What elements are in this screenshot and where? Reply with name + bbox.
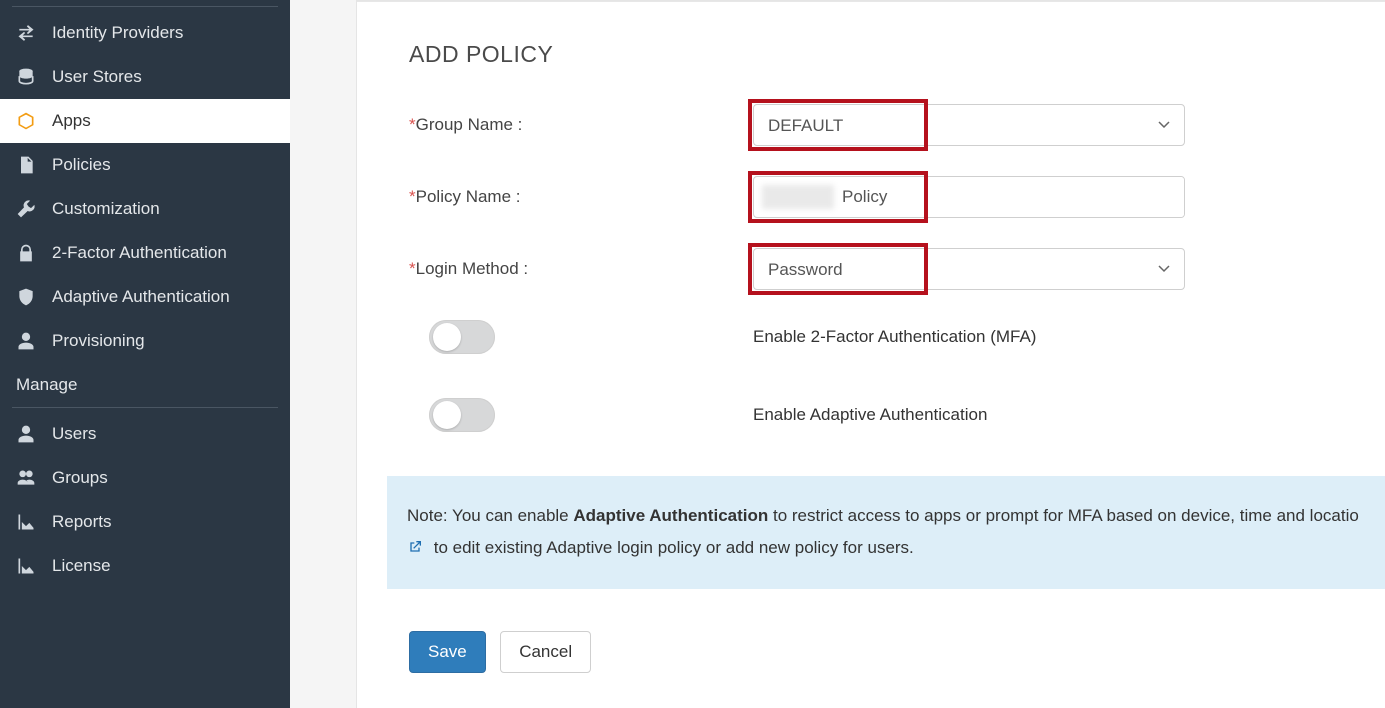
sidebar-item-2fa[interactable]: 2-Factor Authentication (0, 231, 290, 275)
divider (12, 6, 278, 7)
sidebar-item-reports[interactable]: Reports (0, 500, 290, 544)
group-name-select[interactable]: DEFAULT (753, 104, 1185, 146)
sidebar-item-provisioning[interactable]: Provisioning (0, 319, 290, 363)
sidebar-item-label: 2-Factor Authentication (52, 243, 227, 263)
user-icon (16, 331, 42, 351)
document-icon (16, 155, 42, 175)
sidebar-item-label: Reports (52, 512, 112, 532)
sidebar-item-adaptive-auth[interactable]: Adaptive Authentication (0, 275, 290, 319)
login-method-label: *Login Method : (409, 259, 753, 279)
form-row-login-method: *Login Method : Password (409, 248, 1363, 290)
database-icon (16, 67, 42, 87)
sidebar-item-label: Users (52, 424, 96, 444)
shield-icon (16, 287, 42, 307)
sidebar-item-label: Identity Providers (52, 23, 183, 43)
sidebar-item-customization[interactable]: Customization (0, 187, 290, 231)
save-button[interactable]: Save (409, 631, 486, 673)
cube-icon (16, 111, 42, 131)
page-title: ADD POLICY (409, 41, 1363, 68)
external-link-icon[interactable] (407, 538, 428, 557)
sidebar-item-label: User Stores (52, 67, 142, 87)
toggle-knob (433, 323, 461, 351)
sidebar-item-label: Groups (52, 468, 108, 488)
button-row: Save Cancel (409, 631, 1363, 673)
note-line-1: Note: You can enable Adaptive Authentica… (407, 500, 1385, 532)
mfa-toggle[interactable] (429, 320, 495, 354)
user-icon (16, 424, 42, 444)
sidebar-item-apps[interactable]: Apps (0, 99, 290, 143)
adaptive-toggle-label: Enable Adaptive Authentication (753, 405, 987, 425)
cancel-button[interactable]: Cancel (500, 631, 591, 673)
sidebar-item-policies[interactable]: Policies (0, 143, 290, 187)
sidebar-item-user-stores[interactable]: User Stores (0, 55, 290, 99)
sidebar-item-groups[interactable]: Groups (0, 456, 290, 500)
sidebar-item-label: License (52, 556, 111, 576)
lock-icon (16, 243, 42, 263)
form-row-group-name: *Group Name : DEFAULT (409, 104, 1363, 146)
sidebar-item-label: Apps (52, 111, 91, 131)
divider (12, 407, 278, 408)
form-row-mfa-toggle: Enable 2-Factor Authentication (MFA) (409, 320, 1363, 354)
note-box: Note: You can enable Adaptive Authentica… (387, 476, 1385, 589)
sidebar: Identity Providers User Stores Apps Poli… (0, 0, 290, 708)
wrench-icon (16, 199, 42, 219)
form-row-adaptive-toggle: Enable Adaptive Authentication (409, 398, 1363, 432)
main-panel: ADD POLICY *Group Name : DEFAULT *Policy… (356, 0, 1385, 708)
swap-icon (16, 23, 42, 43)
area-chart-icon (16, 512, 42, 532)
note-line-2: to edit existing Adaptive login policy o… (407, 532, 1385, 564)
sidebar-item-label: Policies (52, 155, 111, 175)
sidebar-item-label: Provisioning (52, 331, 145, 351)
toggle-knob (433, 401, 461, 429)
login-method-select[interactable]: Password (753, 248, 1185, 290)
sidebar-item-label: Adaptive Authentication (52, 287, 230, 307)
adaptive-toggle[interactable] (429, 398, 495, 432)
sidebar-section-manage: Manage (0, 363, 290, 405)
sidebar-item-label: Customization (52, 199, 160, 219)
group-name-label: *Group Name : (409, 115, 753, 135)
policy-name-input[interactable] (842, 177, 1184, 217)
sidebar-item-users[interactable]: Users (0, 412, 290, 456)
sidebar-item-identity-providers[interactable]: Identity Providers (0, 11, 290, 55)
form-row-policy-name: *Policy Name : (409, 176, 1363, 218)
mfa-toggle-label: Enable 2-Factor Authentication (MFA) (753, 327, 1036, 347)
redacted-text (762, 185, 834, 209)
policy-name-label: *Policy Name : (409, 187, 753, 207)
users-icon (16, 468, 42, 488)
area-chart-icon (16, 556, 42, 576)
sidebar-item-license[interactable]: License (0, 544, 290, 588)
policy-name-input-wrap[interactable] (753, 176, 1185, 218)
